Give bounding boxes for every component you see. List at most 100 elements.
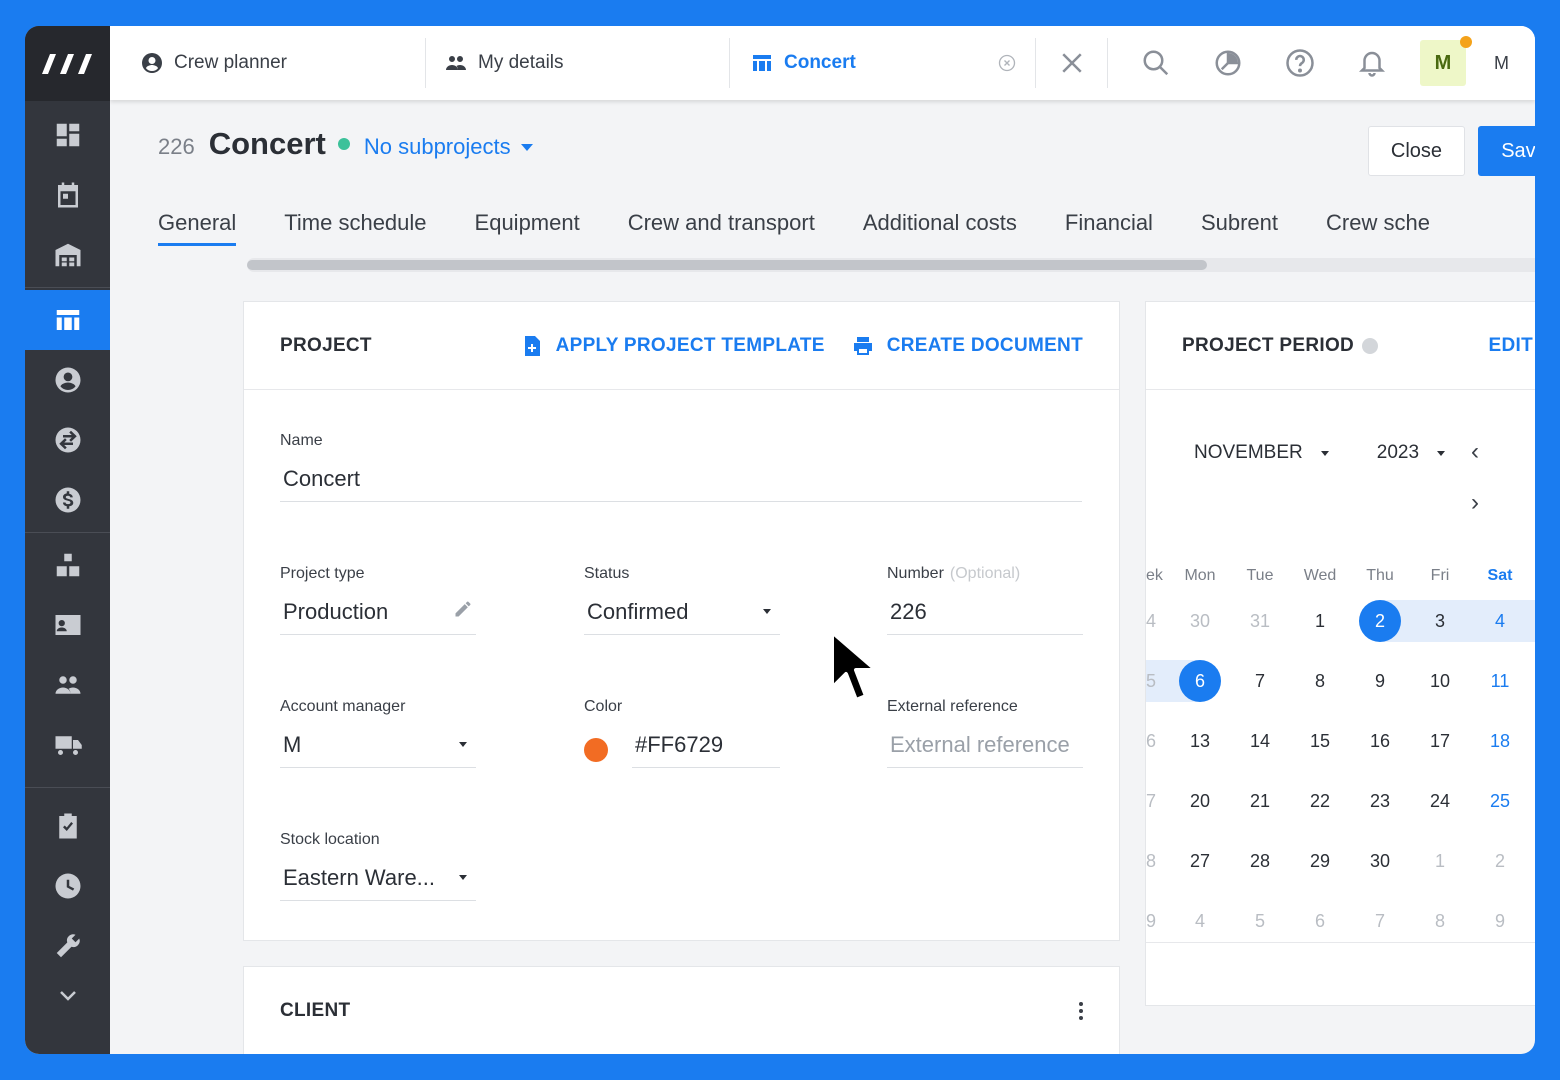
app-logo[interactable] (25, 26, 110, 101)
scrollbar-thumb[interactable] (247, 260, 1207, 270)
calendar-day[interactable]: 17 (1410, 731, 1470, 752)
apply-template-button[interactable]: APPLY PROJECT TEMPLATE (520, 334, 825, 358)
timer-button[interactable] (1192, 38, 1264, 88)
pencil-icon[interactable] (453, 599, 473, 625)
tabs-scrollbar[interactable] (247, 258, 1535, 272)
calendar-day[interactable]: 2 (1530, 791, 1535, 812)
status-select[interactable]: Confirmed (584, 599, 780, 635)
calendar-day[interactable]: 2 (1350, 600, 1410, 642)
clock-icon[interactable] (25, 856, 110, 916)
calendar-day[interactable]: 8 (1410, 911, 1470, 932)
calendar-day[interactable]: 4 (1470, 611, 1530, 632)
notifications-button[interactable] (1336, 38, 1408, 88)
project-type-input[interactable]: Production (280, 599, 476, 635)
calendar-day[interactable]: 10 (1410, 671, 1470, 692)
close-all-button[interactable] (1036, 38, 1108, 88)
calendar-day[interactable]: 21 (1230, 791, 1290, 812)
warehouse-icon[interactable] (25, 225, 110, 285)
calendar-day[interactable]: 16 (1350, 731, 1410, 752)
calendar-day[interactable]: 11 (1470, 671, 1530, 692)
chevron-left-icon[interactable]: ‹ (1471, 438, 1479, 466)
calendar-day[interactable]: 5 (1530, 611, 1535, 632)
search-button[interactable] (1120, 38, 1192, 88)
calendar-day[interactable]: 27 (1170, 851, 1230, 872)
calendar-icon[interactable] (25, 165, 110, 225)
calendar-day[interactable]: 13 (1170, 731, 1230, 752)
tab-my-details[interactable]: My details (426, 38, 730, 88)
tab-concert[interactable]: Concert (730, 38, 1036, 88)
calendar-day[interactable]: 4 (1170, 911, 1230, 932)
name-input[interactable]: Concert (280, 466, 1082, 502)
calendar-day[interactable]: 1 (1530, 671, 1535, 692)
dashboard-icon[interactable] (25, 105, 110, 165)
calendar-day[interactable]: 6 (1170, 660, 1230, 702)
calendar-day[interactable]: 14 (1230, 731, 1290, 752)
calendar-day[interactable]: 3 (1530, 851, 1535, 872)
tab-time-schedule[interactable]: Time schedule (284, 210, 426, 246)
external-reference-input[interactable]: External reference (887, 732, 1083, 768)
tab-crew-and-transport[interactable]: Crew and transport (628, 210, 815, 246)
calendar-day[interactable]: 23 (1350, 791, 1410, 812)
tab-general[interactable]: General (158, 210, 237, 246)
clipboard-check-icon[interactable] (25, 796, 110, 856)
color-swatch[interactable] (584, 738, 608, 762)
close-tab-icon[interactable] (997, 53, 1017, 73)
user-name[interactable]: M (1494, 53, 1509, 74)
create-document-button[interactable]: CREATE DOCUMENT (851, 334, 1083, 358)
exchange-icon[interactable] (25, 410, 110, 470)
calendar-day[interactable]: 1 (1410, 851, 1470, 872)
help-button[interactable] (1264, 38, 1336, 88)
year-select[interactable]: 2023 (1377, 442, 1446, 464)
wrench-icon[interactable] (25, 916, 110, 976)
calendar-day[interactable]: 2 (1470, 851, 1530, 872)
more-vert-icon[interactable] (1079, 1002, 1083, 1020)
calendar-day[interactable]: 28 (1230, 851, 1290, 872)
calendar-day[interactable]: 25 (1470, 791, 1530, 812)
calendar-day[interactable]: 9 (1350, 671, 1410, 692)
chevron-right-icon[interactable]: › (1471, 489, 1479, 517)
chevron-down-icon[interactable] (25, 976, 110, 1016)
tab-additional-costs[interactable]: Additional costs (863, 210, 1017, 246)
calendar-day[interactable]: 29 (1290, 851, 1350, 872)
tab-crew-schedule[interactable]: Crew sche (1326, 210, 1430, 246)
calendar-day[interactable]: 1 (1290, 611, 1350, 632)
truck-icon[interactable] (25, 715, 110, 775)
calendar-day[interactable]: 1 (1530, 911, 1535, 932)
contacts-icon[interactable] (25, 350, 110, 410)
calendar-day[interactable]: 18 (1470, 731, 1530, 752)
calendar-day[interactable]: 20 (1170, 791, 1230, 812)
calendar-day[interactable]: 15 (1290, 731, 1350, 752)
calendar-day[interactable]: 30 (1170, 611, 1230, 632)
save-button[interactable]: Save (1478, 126, 1535, 176)
crew-card-icon[interactable] (25, 595, 110, 655)
calendar-day[interactable]: 30 (1350, 851, 1410, 872)
tab-equipment[interactable]: Equipment (475, 210, 580, 246)
tab-subrent[interactable]: Subrent (1201, 210, 1278, 246)
close-button[interactable]: Close (1368, 126, 1465, 176)
stock-location-select[interactable]: Eastern Ware... (280, 865, 476, 901)
calendar-day[interactable]: 8 (1290, 671, 1350, 692)
calendar-day[interactable]: 31 (1230, 611, 1290, 632)
tab-crew-planner[interactable]: Crew planner (110, 38, 426, 88)
calendar-day[interactable]: 3 (1410, 611, 1470, 632)
calendar-day[interactable]: 7 (1230, 671, 1290, 692)
people-icon[interactable] (25, 655, 110, 715)
tab-financial[interactable]: Financial (1065, 210, 1153, 246)
month-select[interactable]: NOVEMBER (1194, 442, 1329, 464)
inventory-icon[interactable] (25, 535, 110, 595)
calendar-day[interactable]: 22 (1290, 791, 1350, 812)
calendar-day[interactable]: 6 (1290, 911, 1350, 932)
calendar-day[interactable]: 1 (1530, 731, 1535, 752)
calendar-day[interactable]: 7 (1350, 911, 1410, 932)
projects-icon[interactable] (25, 290, 110, 350)
calendar-day[interactable]: 5 (1230, 911, 1290, 932)
subprojects-dropdown[interactable]: No subprojects (364, 134, 533, 160)
calendar-day[interactable]: 24 (1410, 791, 1470, 812)
color-input[interactable]: #FF6729 (632, 732, 780, 768)
finance-icon[interactable] (25, 470, 110, 530)
account-manager-select[interactable]: M (280, 732, 476, 768)
edit-button[interactable]: EDIT (1489, 335, 1533, 357)
avatar[interactable]: M (1420, 36, 1472, 86)
number-input[interactable]: 226 (887, 599, 1083, 635)
calendar-day[interactable]: 9 (1470, 911, 1530, 932)
